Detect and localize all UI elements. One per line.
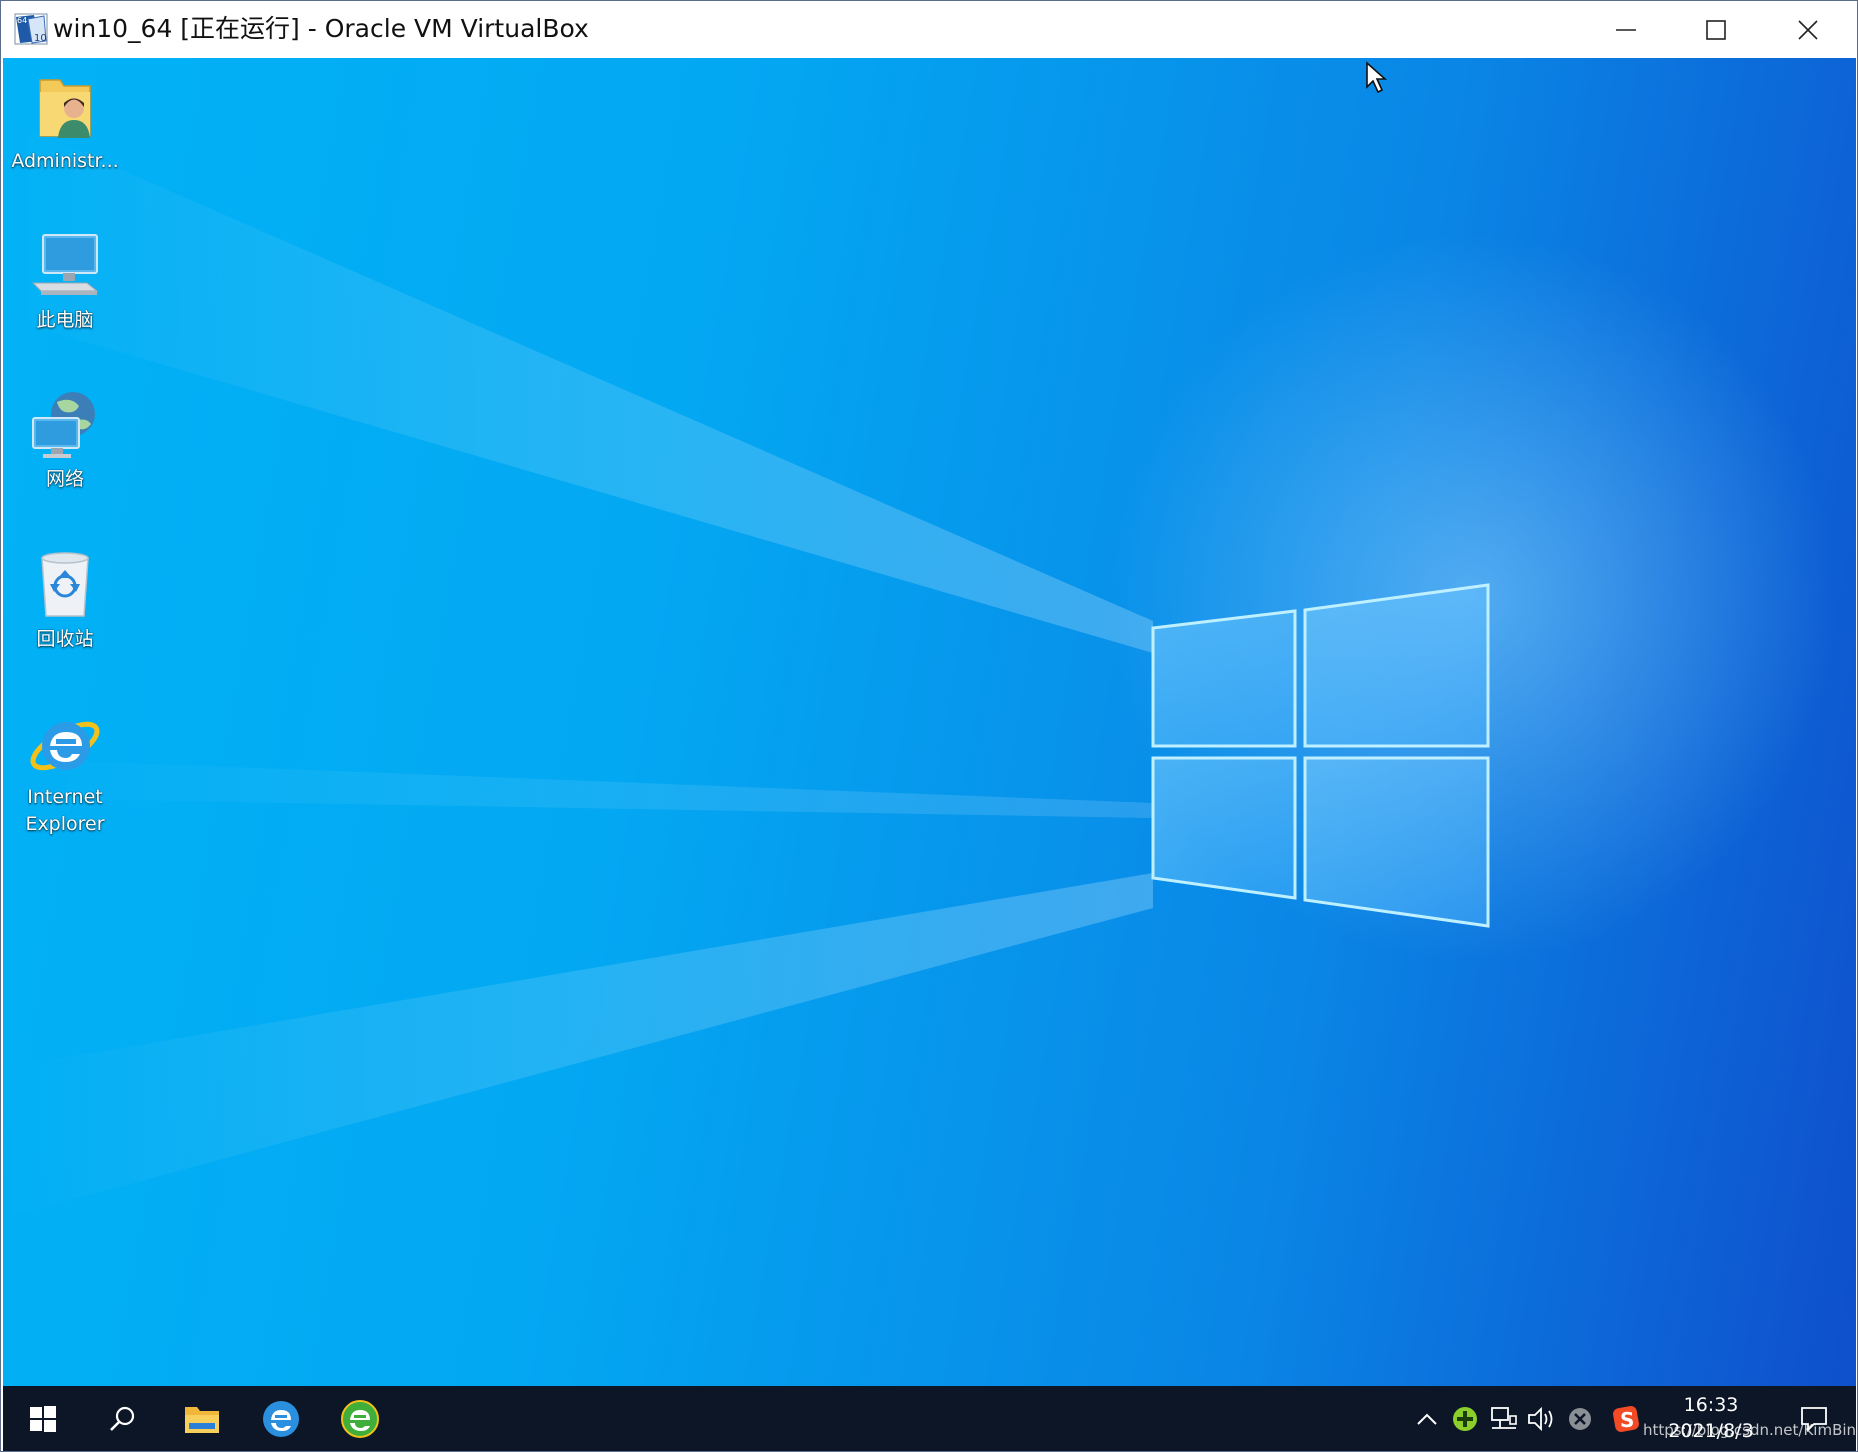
show-hidden-icons-button[interactable] <box>1409 1386 1445 1451</box>
internet-explorer-icon <box>30 721 100 771</box>
minimize-icon <box>1616 28 1636 31</box>
desktop-icon-label: 网络 <box>45 468 84 490</box>
x-circle-icon <box>1569 1407 1591 1430</box>
svg-text:10: 10 <box>34 33 47 44</box>
windows-10-hero-logo <box>3 118 1490 1218</box>
notification-icon <box>1801 1406 1827 1432</box>
desktop-icon-label: 此电脑 <box>36 309 94 331</box>
virtualbox-window: 64 10 win10_64 [正在运行] - Oracle VM Virtua… <box>0 0 1858 1452</box>
window-title: win10_64 [正在运行] - Oracle VM VirtualBox <box>53 14 589 43</box>
desktop-icon-recycle-bin[interactable]: 回收站 <box>5 548 125 653</box>
recycle-bin-icon <box>41 552 89 617</box>
desktop-icon-internet-explorer[interactable]: Internet Explorer <box>5 706 125 838</box>
tray-network[interactable] <box>1485 1386 1523 1451</box>
clock-time: 16:33 <box>1683 1394 1739 1416</box>
mouse-cursor-icon <box>1366 61 1388 94</box>
close-icon <box>1798 19 1818 40</box>
maximize-icon <box>1706 19 1726 40</box>
desktop-icon-this-pc[interactable]: 此电脑 <box>5 231 125 334</box>
tray-x-status[interactable] <box>1561 1386 1599 1451</box>
maximize-button[interactable] <box>1671 1 1761 58</box>
sogou-s-icon: S <box>1613 1405 1639 1432</box>
minimize-button[interactable] <box>1581 1 1671 58</box>
svg-text:S: S <box>1620 1408 1634 1432</box>
windows-start-icon <box>30 1405 56 1432</box>
desktop-icon-administrator[interactable]: Administr... <box>5 70 125 175</box>
volume-icon <box>1528 1406 1553 1431</box>
search-icon <box>110 1406 135 1431</box>
close-button[interactable] <box>1763 1 1853 58</box>
network-tray-icon <box>1491 1406 1517 1429</box>
start-button[interactable] <box>3 1386 83 1451</box>
green-e-browser-icon <box>341 1399 379 1438</box>
desktop-icon-network[interactable]: 网络 <box>5 388 125 493</box>
desktop-icon-label-line2: Explorer <box>25 813 105 835</box>
desktop-icon-label-line1: Internet <box>27 786 103 808</box>
tray-volume[interactable] <box>1523 1386 1561 1451</box>
this-pc-icon <box>31 234 99 295</box>
file-explorer-button[interactable] <box>163 1386 241 1451</box>
green-browser-button[interactable] <box>321 1386 399 1451</box>
green-plus-icon <box>1453 1406 1477 1431</box>
network-icon <box>32 392 95 458</box>
desktop-icon-label: 回收站 <box>36 628 94 650</box>
edge-legacy-icon <box>263 1400 299 1437</box>
virtualbox-win10-64-icon: 64 10 <box>14 13 48 45</box>
action-center-button[interactable] <box>1789 1386 1839 1451</box>
title-bar[interactable]: 64 10 win10_64 [正在运行] - Oracle VM Virtua… <box>1 1 1857 58</box>
tray-green-plus[interactable] <box>1447 1386 1483 1451</box>
search-button[interactable] <box>83 1386 161 1451</box>
svg-text:64: 64 <box>17 16 27 25</box>
user-folder-icon <box>39 79 91 138</box>
chevron-up-icon <box>1417 1413 1437 1425</box>
browser-e-button[interactable] <box>241 1386 321 1451</box>
tray-sogou-ime[interactable]: S <box>1607 1386 1645 1451</box>
taskbar: S 16:33 2021/8/3 https://blog.csdn.net/K… <box>3 1386 1857 1451</box>
guest-desktop[interactable]: Administr... 此电脑 网络 回收站 Internet Explore… <box>3 58 1856 1386</box>
folder-icon <box>185 1406 219 1433</box>
desktop-icon-label: Administr... <box>11 150 119 172</box>
